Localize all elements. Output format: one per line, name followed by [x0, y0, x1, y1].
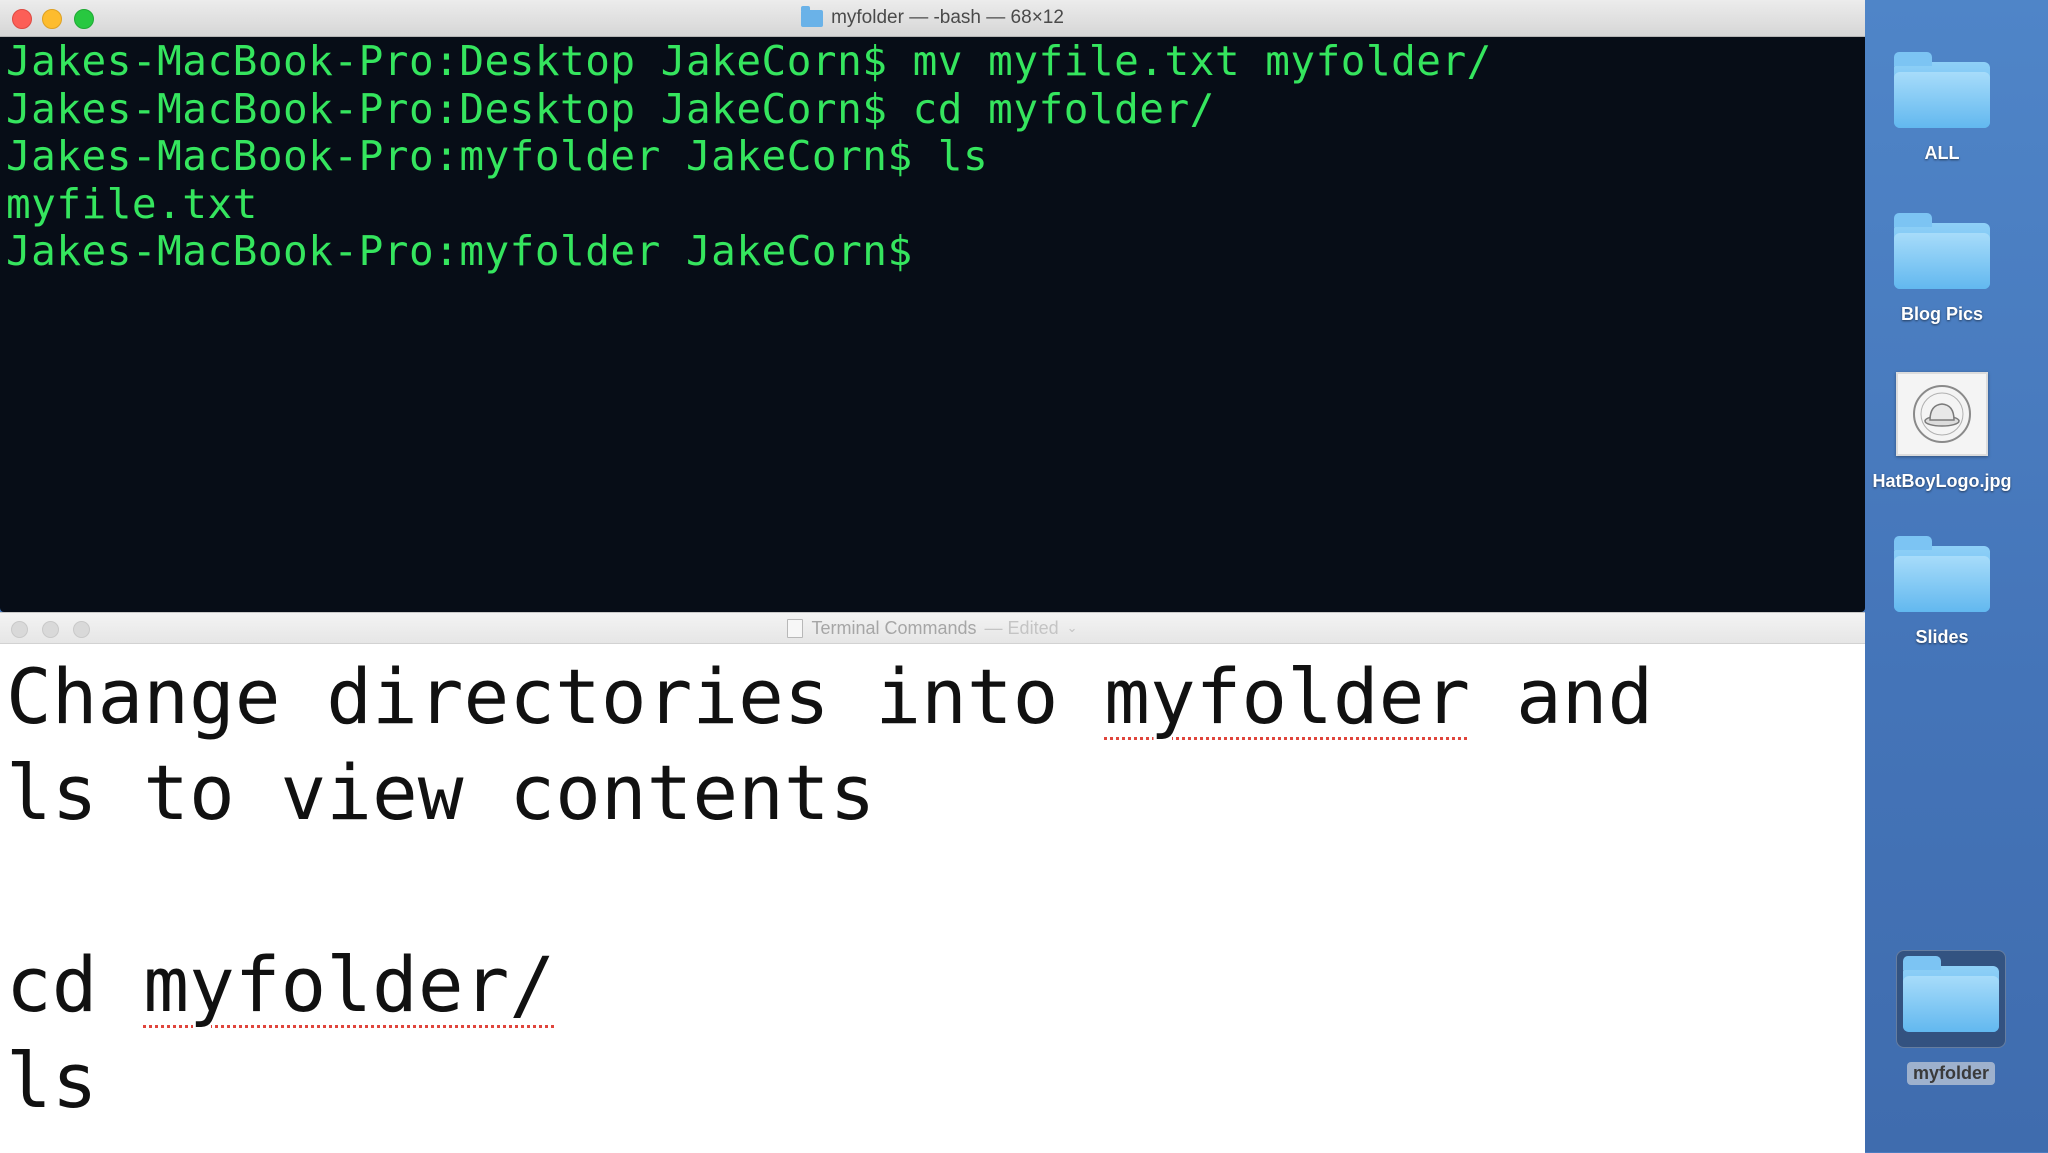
terminal-line: Jakes-MacBook-Pro:Desktop JakeCorn$ mv m… — [6, 37, 1492, 85]
textedit-title: Terminal Commands — Edited ⌄ — [0, 613, 1865, 643]
terminal-prompt-line[interactable]: Jakes-MacBook-Pro:myfolder JakeCorn$ — [6, 227, 1865, 276]
document-title: Terminal Commands — [811, 617, 977, 638]
terminal-line: Jakes-MacBook-Pro:Desktop JakeCorn$ cd m… — [6, 84, 1215, 133]
folder-icon — [1894, 536, 1990, 612]
desktop-background: myfolder — -bash — 68×12 Jakes-MacBook-P… — [0, 0, 2048, 1153]
folder-icon — [1894, 213, 1990, 289]
folder-icon — [1894, 52, 1990, 128]
folder-icon — [801, 5, 824, 27]
terminal-line: Jakes-MacBook-Pro:myfolder JakeCorn$ ls — [6, 132, 989, 180]
desktop-icon-hatboylogo[interactable]: HatBoyLogo.jpg — [1857, 372, 2027, 493]
doc-text: and — [1470, 652, 1654, 741]
doc-line: ls to view contents — [6, 748, 876, 837]
misspelled-word: myfolder/ — [143, 940, 556, 1029]
terminal-title-text: myfolder — -bash — 68×12 — [831, 7, 1064, 28]
terminal-titlebar[interactable]: myfolder — -bash — 68×12 — [0, 0, 1865, 37]
doc-line: ls — [6, 1036, 98, 1125]
desktop-icon-label: HatBoyLogo.jpg — [1872, 471, 2012, 491]
terminal-line: myfile.txt — [6, 179, 258, 228]
desktop-icon-label: Blog Pics — [1900, 304, 1984, 324]
terminal-title: myfolder — -bash — 68×12 — [0, 0, 1865, 36]
misspelled-word: myfolder — [1104, 652, 1471, 741]
image-file-icon — [1896, 372, 1988, 456]
textedit-titlebar[interactable]: Terminal Commands — Edited ⌄ — [0, 613, 1865, 644]
document-icon — [787, 618, 804, 638]
selection-highlight — [1896, 950, 2006, 1048]
doc-text: cd — [6, 940, 144, 1029]
desktop-icon-all[interactable]: ALL — [1857, 52, 2027, 165]
desktop-icon-myfolder[interactable]: myfolder — [1866, 950, 2036, 1085]
textedit-window[interactable]: Terminal Commands — Edited ⌄ Change dire… — [0, 612, 1865, 1153]
chevron-down-icon[interactable]: ⌄ — [1067, 620, 1078, 636]
terminal-output[interactable]: Jakes-MacBook-Pro:Desktop JakeCorn$ mv m… — [6, 36, 1865, 612]
doc-line: cd myfolder/ — [6, 937, 1845, 1033]
document-body[interactable]: Change directories into myfolder and ls … — [6, 649, 1845, 1129]
edited-status[interactable]: — Edited — [985, 618, 1059, 639]
folder-icon — [1903, 956, 1999, 1032]
desktop-icon-label: Slides — [1915, 627, 1969, 647]
desktop-icon-label: ALL — [1924, 143, 1960, 163]
desktop-icon-label: myfolder — [1906, 1062, 1996, 1085]
doc-text: Change directories into — [6, 652, 1105, 741]
desktop-icon-blog-pics[interactable]: Blog Pics — [1857, 213, 2027, 326]
doc-blank-line — [6, 841, 1845, 937]
terminal-window[interactable]: myfolder — -bash — 68×12 Jakes-MacBook-P… — [0, 0, 1865, 612]
desktop-icon-slides[interactable]: Slides — [1857, 536, 2027, 649]
doc-line: Change directories into myfolder and — [6, 649, 1845, 745]
